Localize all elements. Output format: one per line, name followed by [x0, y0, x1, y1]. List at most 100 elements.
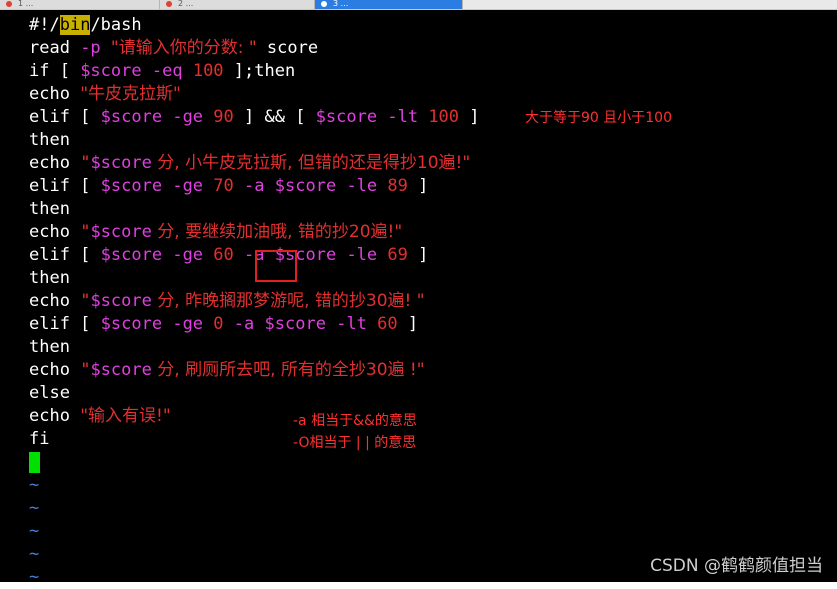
tab-session-1[interactable]: 1 ... [0, 0, 160, 9]
highlight-box [255, 250, 297, 282]
operator: -ge [172, 176, 204, 196]
annotation-line-1: -a 相当于&&的意思 [293, 413, 417, 429]
session-status-icon [321, 1, 327, 7]
terminal-editor[interactable]: #!/bin/bash read -p "请输入你的分数: " score if… [0, 10, 837, 587]
keyword: fi [29, 429, 50, 449]
keyword: ] && [ [233, 107, 316, 127]
string: 分, 要继续加油哦, 错的抄20遍!" [151, 222, 403, 242]
code-line-3: if [ $score -eq 100 ];then [29, 60, 480, 83]
keyword: echo [29, 84, 81, 104]
annotation-inline: 大于等于90 且小于100 [525, 110, 672, 126]
text-cursor [29, 451, 40, 473]
tab-bar: 1 ... 2 ... 3 ... [0, 0, 837, 10]
keyword: echo [29, 291, 81, 311]
code-line-16: echo "$score 分, 刷厕所去吧, 所有的全抄30遍 !" [29, 359, 480, 382]
variable: $score [315, 107, 378, 127]
string: "输入有误!" [80, 406, 171, 426]
code-line-8: elif [ $score -ge 70 -a $score -le 89 ] [29, 175, 480, 198]
variable: $score [80, 61, 142, 81]
code-line-5: elif [ $score -ge 90 ] && [ $score -lt 1… [29, 106, 480, 129]
operator: -le [346, 176, 378, 196]
string-quote: " [80, 153, 91, 173]
operator: -a [233, 314, 255, 334]
code-line-14: elif [ $score -ge 0 -a $score -lt 60 ] [29, 313, 480, 336]
tab-label: 2 ... [178, 0, 194, 8]
shebang-suffix: /bash [90, 15, 142, 35]
session-status-icon [6, 1, 12, 7]
code-line-6: then [29, 129, 480, 152]
search-highlight: bin [59, 15, 91, 35]
operator: -lt [336, 314, 367, 334]
empty-line-tilde: ~ [29, 498, 40, 518]
string: 分, 刷厕所去吧, 所有的全抄30遍 !" [151, 360, 425, 380]
variable: $score [100, 245, 163, 265]
code-line-9: then [29, 198, 480, 221]
variable: $score [100, 314, 163, 334]
keyword: else [29, 383, 70, 403]
keyword: elif [ [29, 245, 101, 265]
tab-label: 3 ... [333, 0, 349, 8]
number: 60 [377, 314, 398, 334]
empty-line-tilde: ~ [29, 567, 40, 587]
keyword: if [ [29, 61, 81, 81]
code-line-10: echo "$score 分, 要继续加油哦, 错的抄20遍!" [29, 221, 480, 244]
annotation-line-2: -O相当于 | | 的意思 [293, 435, 417, 451]
variable: $score [90, 153, 152, 173]
variable: $score [100, 107, 163, 127]
code-line-4: echo "牛皮克拉斯" [29, 83, 480, 106]
variable: $score [90, 360, 152, 380]
operator: -ge [172, 314, 204, 334]
keyword: elif [ [29, 314, 101, 334]
string: "牛皮克拉斯" [80, 84, 181, 104]
keyword: echo [29, 222, 81, 242]
operator: -ge [172, 107, 204, 127]
variable: $score [90, 291, 152, 311]
variable: $score [274, 176, 337, 196]
keyword: ];then [223, 61, 296, 81]
code-line-17: else [29, 382, 480, 405]
number: 100 [428, 107, 460, 127]
number: 100 [192, 61, 224, 81]
keyword: then [29, 268, 70, 288]
variable: $score [90, 222, 152, 242]
operator: -lt [387, 107, 419, 127]
tab-session-3-active[interactable]: 3 ... [315, 0, 463, 9]
identifier: score [256, 38, 319, 58]
keyword: ] [397, 314, 419, 334]
keyword: echo [29, 406, 81, 426]
code-line-1: #!/bin/bash [29, 14, 480, 37]
variable: $score [264, 314, 326, 334]
string: "请输入你的分数: " [110, 38, 257, 58]
watermark: CSDN @鹤鹤颜值担当 [650, 556, 823, 576]
number: 89 [387, 176, 408, 196]
keyword: ] [407, 245, 429, 265]
tab-session-2[interactable]: 2 ... [160, 0, 315, 9]
code-line-15: then [29, 336, 480, 359]
code-line-13: echo "$score 分, 昨晚搁那梦游呢, 错的抄30遍! " [29, 290, 480, 313]
operator: -eq [151, 61, 183, 81]
operator: -a [244, 176, 265, 196]
session-status-icon [166, 1, 172, 7]
keyword: ] [407, 176, 429, 196]
empty-line-tilde: ~ [29, 544, 40, 564]
operator: -ge [172, 245, 204, 265]
number: 70 [213, 176, 234, 196]
string: 分, 小牛皮克拉斯, 但错的还是得抄10遍!" [151, 153, 471, 173]
keyword: then [29, 130, 70, 150]
